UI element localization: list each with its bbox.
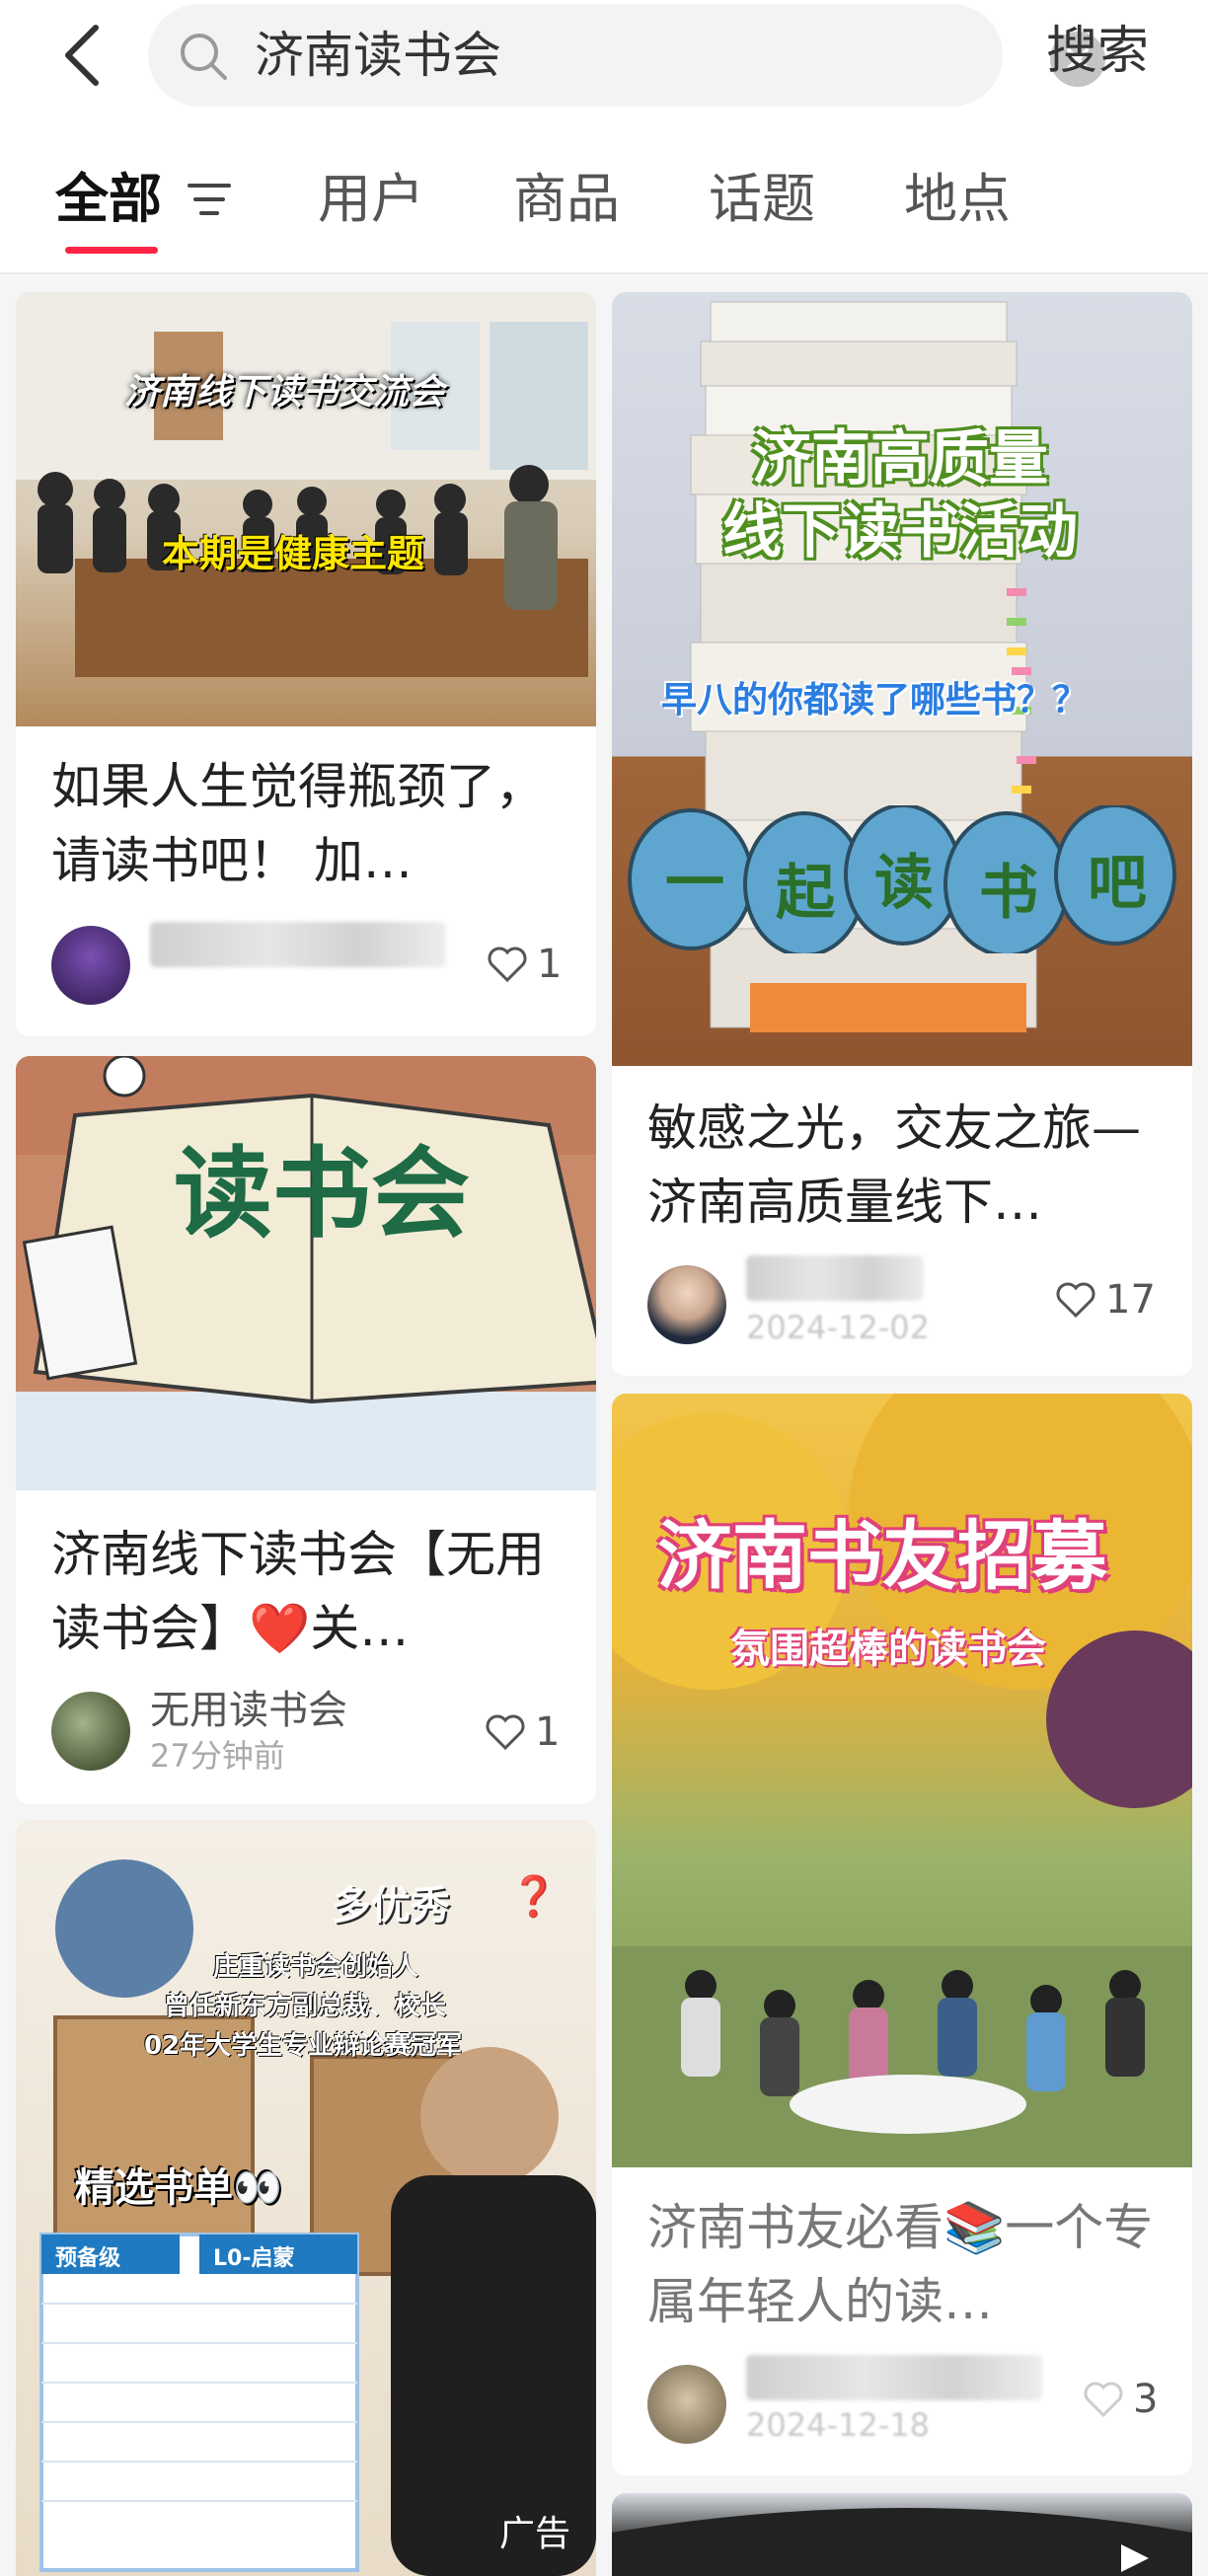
ad-overlay-line: 庄重读书会创始人 [213,1952,419,1982]
top-bar: 济南读书会 搜索 [0,0,1208,111]
note-cover-image: 济南线下读书交流会 本期是健康主题 [16,292,596,726]
ad-table-header: L0-启蒙 [213,2246,295,2271]
like-button[interactable]: 1 [486,1707,560,1757]
filter-icon[interactable] [186,180,233,219]
cover-char: 起 [776,859,835,928]
note-cover-image [612,2493,1192,2576]
cover-overlay-subtitle: 本期是健康主题 [162,532,425,575]
cover-char: 吧 [1088,849,1147,918]
ad-overlay-title: 多优秀 [332,1883,450,1929]
tab-topics[interactable]: 话题 [709,168,815,231]
park-gathering-photo [612,1394,1192,2167]
cover-overlay-title: 济南书友招募 [657,1512,1107,1600]
cover-overlay-title: 济南线下读书交流会 [124,372,445,413]
like-count: 1 [535,1709,561,1755]
ad-table-header: 预备级 [55,2246,121,2271]
ad-overlay-line: 02年大学生专业辩论赛冠军 [144,2031,463,2061]
author-name-blurred [150,922,446,967]
cover-overlay-title: 读书会 [174,1136,470,1251]
search-icon [181,34,227,80]
ad-overlay-line: 曾任新东方副总裁、校长 [164,1992,447,2021]
heart-icon [1056,1282,1095,1318]
question-icon: ❓ [509,1874,559,1920]
chevron-left-icon [65,25,99,86]
search-input[interactable]: 济南读书会 [148,4,1105,107]
note-card[interactable]: 读书会 济南线下读书会【无用读书会】❤️关… 无用读书会 27分钟前 1 [16,1056,596,1804]
note-cover-image: 济南高质量 线下读书活动 早八的你都读了哪些书？？ 一 起 读 书 吧 [612,292,1192,1066]
note-time: 27分钟前 [150,1737,285,1775]
avatar[interactable] [647,2365,726,2444]
cover-overlay-question: 早八的你都读了哪些书？？ [661,680,1089,720]
search-button[interactable]: 搜索 [1046,22,1149,81]
cover-char: 读 [874,849,934,918]
like-count: 17 [1105,1277,1156,1323]
back-button[interactable] [47,14,116,97]
search-query-text: 济南读书会 [255,27,501,84]
active-tab-indicator [65,247,158,254]
cover-overlay-line: 线下读书活动 [722,497,1078,567]
author-name[interactable]: 无用读书会 [150,1688,347,1733]
like-button[interactable]: 1 [488,940,562,989]
note-title: 济南线下读书会【无用读书会】❤️关… [51,1526,545,1657]
ad-card[interactable]: 多优秀 ❓ 庄重读书会创始人 曾任新东方副总裁、校长 02年大学生专业辩论赛冠军… [16,1820,596,2576]
note-title: 如果人生觉得瓶颈了，请读书吧！ 加… [51,758,545,889]
note-card[interactable] [612,2493,1192,2576]
author-name-blurred [746,2355,1042,2400]
heart-icon [488,947,527,982]
like-count: 3 [1133,2377,1159,2422]
avatar[interactable] [51,1692,130,1771]
ad-cover-image: 多优秀 ❓ 庄重读书会创始人 曾任新东方副总裁、校长 02年大学生专业辩论赛冠军… [16,1820,596,2576]
author-name-blurred [746,1255,924,1301]
filter-tabs: 全部 用户 商品 话题 地点 [0,111,1208,274]
note-card[interactable]: 济南书友招募 氛围超棒的读书会 济南书友必看📚一个专属年轻人的读… 2024-1… [612,1394,1192,2475]
ad-label: 广告 [498,2514,570,2554]
note-cover-image: 读书会 [16,1056,596,1490]
cover-char: 一 [665,849,724,918]
like-button[interactable]: 17 [1056,1275,1156,1325]
heart-icon [486,1714,525,1750]
avatar[interactable] [647,1265,726,1344]
note-date: 2024-12-02 [746,1309,930,1346]
like-count: 1 [537,942,563,987]
note-cover-image: 济南书友招募 氛围超棒的读书会 [612,1394,1192,2167]
cover-char: 书 [979,859,1038,928]
note-title: 济南书友必看📚一个专属年轻人的读… [647,2199,1154,2330]
heart-icon [1084,2382,1123,2417]
reading-room-photo [16,292,596,677]
cover-overlay-title: 济南高质量 线下读书活动 [693,422,1107,568]
note-title: 敏感之光，交友之旅—济南高质量线下… [647,1099,1141,1231]
note-card[interactable]: 济南线下读书交流会 本期是健康主题 如果人生觉得瓶颈了，请读书吧！ 加… 1 [16,292,596,1036]
avatar[interactable] [51,926,130,1005]
note-card[interactable]: 济南高质量 线下读书活动 早八的你都读了哪些书？？ 一 起 读 书 吧 敏感之光… [612,292,1192,1376]
tab-all[interactable]: 全部 [55,168,162,231]
cover-overlay-subtitle: 氛围超棒的读书会 [730,1627,1046,1672]
cover-overlay-line: 济南高质量 [752,424,1048,493]
tab-products[interactable]: 商品 [513,168,620,231]
open-book-illustration [16,1056,596,1490]
tab-places[interactable]: 地点 [904,168,1011,231]
like-button[interactable]: 3 [1084,2375,1158,2424]
tab-users[interactable]: 用户 [318,168,424,231]
ad-overlay-subtitle: 精选书单👀 [75,2165,282,2211]
video-preview [612,2508,1192,2576]
note-date: 2024-12-18 [746,2406,930,2444]
